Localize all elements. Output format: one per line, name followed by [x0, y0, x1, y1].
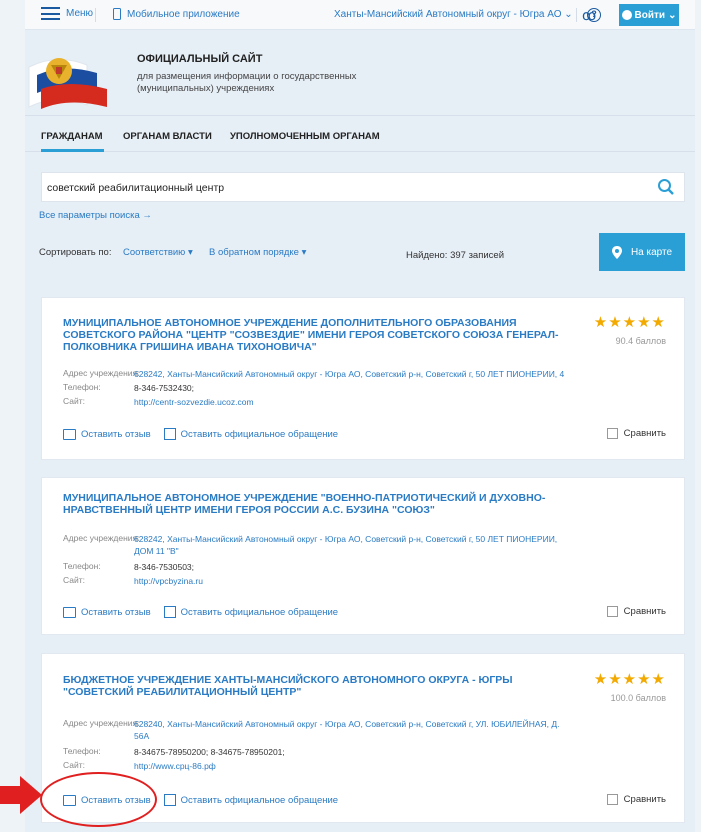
- rating-score: 90.4 баллов: [615, 336, 666, 346]
- login-button[interactable]: Войти ⌄: [619, 4, 679, 26]
- result-card: МУНИЦИПАЛЬНОЕ АВТОНОМНОЕ УЧРЕЖДЕНИЕ "ВОЕ…: [41, 477, 685, 635]
- map-pin-icon: [611, 245, 622, 259]
- address-label: Адрес учреждения:: [63, 368, 140, 378]
- checkbox[interactable]: [606, 428, 618, 439]
- site-subtitle-line: (муниципальных) учреждениях: [137, 83, 275, 94]
- site-link[interactable]: http://vpcbyzina.ru: [134, 575, 564, 587]
- caret-down-icon: ▾: [187, 247, 193, 258]
- divider: [576, 8, 577, 22]
- all-search-params-link[interactable]: Все параметры поиска →: [39, 210, 152, 221]
- checkbox[interactable]: [606, 606, 618, 617]
- caret-down-icon: ▾: [301, 247, 307, 258]
- phone-value: 8-34675-78950200; 8-34675-78950201;: [134, 747, 285, 757]
- institution-title[interactable]: МУНИЦИПАЛЬНОЕ АВТОНОМНОЕ УЧРЕЖДЕНИЕ ДОПО…: [63, 317, 583, 353]
- rating-stars: ★★★★★: [593, 314, 666, 331]
- menu-button[interactable]: Меню: [41, 7, 93, 20]
- institution-title[interactable]: БЮДЖЕТНОЕ УЧРЕЖДЕНИЕ ХАНТЫ-МАНСИЙСКОГО А…: [63, 674, 583, 698]
- card-actions: Оставить отзыв Оставить официальное обра…: [63, 428, 338, 440]
- edit-icon: [163, 428, 176, 440]
- sort-label: Сортировать по:: [39, 247, 112, 258]
- search-box[interactable]: советский реабилитационный центр: [41, 172, 685, 202]
- site-label: Сайт:: [63, 760, 85, 770]
- login-label: Войти: [634, 9, 666, 21]
- compare-label: Сравнить: [623, 606, 666, 617]
- annotation-circle: [40, 772, 157, 827]
- results-count: Найдено: 397 записей: [406, 250, 505, 261]
- phone-icon: [113, 8, 121, 20]
- address-label: Адрес учреждения:: [63, 718, 140, 728]
- search-icon[interactable]: [657, 178, 675, 196]
- address-value[interactable]: 628240, Ханты-Мансийский Автономный окру…: [134, 718, 564, 742]
- address-label: Адрес учреждения:: [63, 533, 140, 543]
- top-bar: Меню Мобильное приложение Ханты-Мансийск…: [25, 0, 695, 30]
- tab-citizens[interactable]: ГРАЖДАНАМ: [41, 131, 103, 142]
- site-label: Сайт:: [63, 396, 85, 406]
- active-tab-indicator: [41, 149, 104, 152]
- comment-icon: [63, 428, 76, 440]
- region-label: Ханты-Мансийский Автономный округ - Югра…: [334, 9, 562, 20]
- divider: [95, 8, 96, 22]
- region-selector[interactable]: Ханты-Мансийский Автономный округ - Югра…: [334, 9, 573, 20]
- sort-by-relevance[interactable]: Соответствию ▾: [123, 247, 193, 258]
- chevron-down-icon: ⌄: [564, 9, 573, 20]
- official-appeal-link[interactable]: Оставить официальное обращение: [181, 429, 338, 440]
- mobile-app-label: Мобильное приложение: [127, 8, 240, 20]
- official-appeal-link[interactable]: Оставить официальное обращение: [181, 795, 338, 806]
- tab-authorities[interactable]: ОРГАНАМ ВЛАСТИ: [123, 131, 212, 142]
- address-value[interactable]: 628242, Ханты-Мансийский Автономный окру…: [134, 368, 594, 380]
- phone-label: Телефон:: [63, 382, 101, 392]
- checkbox[interactable]: [606, 794, 618, 805]
- official-appeal-link[interactable]: Оставить официальное обращение: [181, 607, 338, 618]
- leave-review-link[interactable]: Оставить отзыв: [81, 429, 151, 440]
- mobile-app-link[interactable]: Мобильное приложение: [113, 8, 240, 20]
- compare-checkbox[interactable]: Сравнить: [606, 428, 666, 439]
- comment-icon: [63, 606, 76, 618]
- show-on-map-button[interactable]: На карте: [599, 233, 685, 271]
- institution-title[interactable]: МУНИЦИПАЛЬНОЕ АВТОНОМНОЕ УЧРЕЖДЕНИЕ "ВОЕ…: [63, 492, 583, 516]
- map-button-label: На карте: [630, 246, 673, 258]
- rating-stars: ★★★★★: [593, 671, 666, 688]
- phone-label: Телефон:: [63, 746, 101, 756]
- page: Меню Мобильное приложение Ханты-Мансийск…: [25, 0, 695, 832]
- site-header: ОФИЦИАЛЬНЫЙ САЙТ для размещения информац…: [25, 31, 695, 115]
- menu-label: Меню: [66, 8, 94, 19]
- site-link[interactable]: http://www.cpц-86.рф: [134, 760, 564, 772]
- site-link[interactable]: http://centr-sozvezdie.ucoz.com: [134, 396, 564, 408]
- edit-icon: [163, 606, 176, 618]
- edit-icon: [163, 794, 176, 806]
- site-subtitle: для размещения информации о государствен…: [137, 71, 397, 95]
- compare-checkbox[interactable]: Сравнить: [606, 794, 666, 805]
- user-icon: [621, 10, 632, 20]
- coat-of-arms-logo[interactable]: [27, 45, 113, 109]
- sort-option-label: В обратном порядке: [209, 247, 299, 258]
- chevron-down-icon: ⌄: [668, 9, 677, 21]
- annotation-arrow-icon: [0, 776, 42, 814]
- sort-option-label: Соответствию: [123, 247, 186, 258]
- site-title: ОФИЦИАЛЬНЫЙ САЙТ: [137, 53, 263, 65]
- address-value[interactable]: 628242, Ханты-Мансийский Автономный окру…: [134, 533, 564, 557]
- rating-score: 100.0 баллов: [610, 693, 666, 703]
- tab-authorized-bodies[interactable]: УПОЛНОМОЧЕННЫМ ОРГАНАМ: [230, 131, 380, 142]
- sort-reverse-order[interactable]: В обратном порядке ▾: [209, 247, 306, 258]
- main-nav: ГРАЖДАНАМ ОРГАНАМ ВЛАСТИ УПОЛНОМОЧЕННЫМ …: [25, 115, 695, 152]
- leave-review-link[interactable]: Оставить отзыв: [81, 607, 151, 618]
- phone-label: Телефон:: [63, 561, 101, 571]
- compare-label: Сравнить: [623, 428, 666, 439]
- site-subtitle-line: для размещения информации о государствен…: [137, 71, 357, 82]
- phone-value: 8-346-7530503;: [134, 562, 195, 572]
- compare-label: Сравнить: [623, 794, 666, 805]
- search-input[interactable]: советский реабилитационный центр: [47, 182, 224, 194]
- site-label: Сайт:: [63, 575, 85, 585]
- help-icon[interactable]: ?: [587, 8, 601, 22]
- result-card: МУНИЦИПАЛЬНОЕ АВТОНОМНОЕ УЧРЕЖДЕНИЕ ДОПО…: [41, 297, 685, 460]
- phone-value: 8-346-7532430;: [134, 383, 195, 393]
- hamburger-icon: [41, 7, 60, 20]
- compare-checkbox[interactable]: Сравнить: [606, 606, 666, 617]
- card-actions: Оставить отзыв Оставить официальное обра…: [63, 606, 338, 618]
